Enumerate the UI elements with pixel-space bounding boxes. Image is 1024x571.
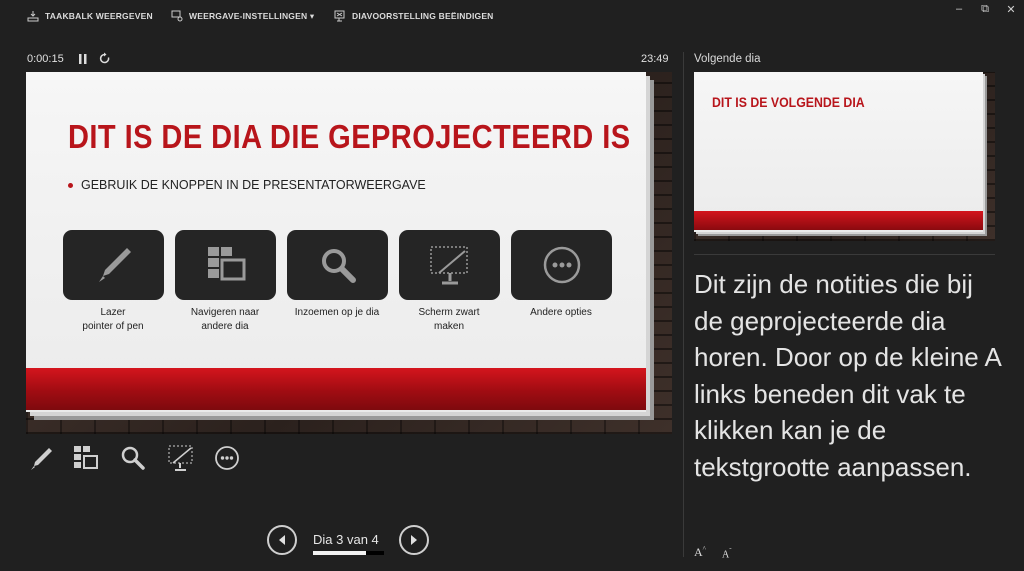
- slide-tile-more: [511, 230, 612, 300]
- previous-slide-button[interactable]: [267, 525, 297, 555]
- reset-timer-icon[interactable]: [99, 52, 111, 65]
- slide-title: DIT IS DE DIA DIE GEPROJECTEERD IS: [68, 118, 631, 155]
- pen-icon: [31, 448, 52, 470]
- more-icon: [215, 446, 239, 470]
- restore-button[interactable]: ⧉: [975, 2, 995, 16]
- slide-tile-navigate-label: Navigeren naar andere dia: [190, 307, 260, 332]
- close-button[interactable]: ✕: [1001, 2, 1021, 16]
- pen-icon: [98, 248, 131, 282]
- end-slideshow-button[interactable]: DIAVOORSTELLING BEËINDIGEN: [334, 9, 494, 23]
- presenter-top-bar: TAAKBALK WEERGEVEN WEERGAVE-INSTELLINGEN…: [0, 0, 1024, 30]
- end-slideshow-icon: [334, 10, 345, 22]
- next-slide-paper: DIT IS DE VOLGENDE DIA: [694, 72, 983, 232]
- black-screen-icon: [168, 445, 193, 471]
- display-settings-button[interactable]: WEERGAVE-INSTELLINGEN ▾: [171, 9, 314, 23]
- slide-tile-zoom-label: Inzoemen op je dia: [294, 307, 380, 318]
- slide-tiles: Lazer pointer of pen Navigeren naar ande…: [63, 230, 623, 350]
- speaker-notes[interactable]: Dit zijn de notities die bij de geprojec…: [694, 266, 1004, 485]
- clock: 23:49: [641, 53, 669, 65]
- slide-progress-fill: [313, 551, 367, 555]
- notes-separator: [694, 254, 995, 255]
- next-slide-label: Volgende dia: [694, 53, 761, 65]
- next-slide-preview[interactable]: DIT IS DE VOLGENDE DIA: [694, 72, 995, 241]
- slide-tile-black-screen-label: Scherm zwart maken: [418, 307, 480, 332]
- elapsed-timer: 0:00:15: [27, 53, 64, 65]
- slide-paper: DIT IS DE DIA DIE GEPROJECTEERD IS GEBRU…: [26, 72, 646, 412]
- increase-font-label: A: [694, 545, 703, 559]
- slide-red-band: [26, 368, 646, 410]
- slide-tile-zoom: [287, 230, 388, 300]
- down-caret-icon: ˇ: [729, 547, 732, 555]
- slide-progress-bar: [313, 551, 384, 555]
- black-screen-button[interactable]: [166, 443, 196, 473]
- more-options-button[interactable]: [212, 443, 242, 473]
- up-caret-icon: ^: [702, 545, 706, 553]
- show-taskbar-label: TAAKBALK WEERGEVEN: [45, 11, 153, 21]
- see-all-slides-button[interactable]: [71, 443, 101, 473]
- next-slide-title: DIT IS DE VOLGENDE DIA: [712, 94, 865, 110]
- pane-divider[interactable]: [683, 52, 684, 557]
- triangle-left-icon: [279, 535, 285, 545]
- next-slide-red-band: [694, 211, 983, 230]
- magnifier-icon: [121, 446, 145, 470]
- pause-icon[interactable]: [78, 53, 88, 65]
- decrease-font-button[interactable]: Aˇ: [722, 547, 732, 560]
- magnifier-icon: [321, 249, 356, 283]
- triangle-right-icon: [411, 535, 417, 545]
- slide-counter[interactable]: Dia 3 van 4: [313, 532, 379, 547]
- more-icon: [543, 246, 580, 284]
- black-screen-icon: [429, 246, 468, 285]
- show-taskbar-button[interactable]: TAAKBALK WEERGEVEN: [27, 9, 153, 23]
- display-settings-icon: [171, 10, 183, 22]
- pen-tool-button[interactable]: [26, 443, 56, 473]
- minimize-button[interactable]: –: [949, 2, 969, 16]
- slide-tile-black-screen: [399, 230, 500, 300]
- current-slide[interactable]: DIT IS DE DIA DIE GEPROJECTEERD IS GEBRU…: [26, 72, 672, 434]
- increase-font-button[interactable]: A^: [694, 545, 706, 560]
- grid-icon: [74, 446, 98, 469]
- next-slide-button[interactable]: [399, 525, 429, 555]
- slide-tile-pen: [63, 230, 164, 300]
- slide-tile-navigate: [175, 230, 276, 300]
- taskbar-icon: [27, 11, 39, 22]
- end-slideshow-label: DIAVOORSTELLING BEËINDIGEN: [352, 11, 494, 21]
- slide-bullet: GEBRUIK DE KNOPPEN IN DE PRESENTATORWEER…: [68, 178, 426, 192]
- slide-tile-more-label: Andere opties: [530, 307, 592, 318]
- slide-tile-pen-label: Lazer pointer of pen: [82, 307, 144, 332]
- zoom-button[interactable]: [118, 443, 148, 473]
- bullet-dot-icon: [68, 182, 73, 188]
- slide-bullet-text: GEBRUIK DE KNOPPEN IN DE PRESENTATORWEER…: [81, 178, 426, 192]
- grid-icon: [207, 247, 245, 281]
- display-settings-label: WEERGAVE-INSTELLINGEN ▾: [189, 10, 315, 21]
